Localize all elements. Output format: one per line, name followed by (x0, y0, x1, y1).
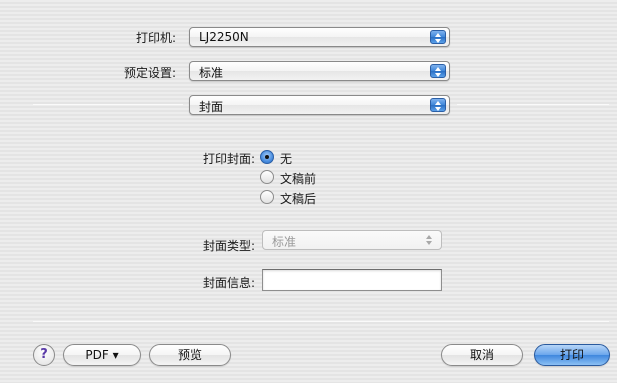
stepper-arrows-icon (430, 98, 446, 112)
radio-button[interactable] (260, 190, 274, 204)
presets-label: 预定设置: (123, 66, 176, 80)
printer-value: LJ2250N (199, 30, 249, 44)
radio-label-before: 文稿前 (280, 172, 317, 186)
radio-label-after: 文稿后 (280, 192, 317, 206)
cover-info-field[interactable] (262, 269, 442, 291)
print-dialog: 打印机: LJ2250N 预定设置: 标准 封面 打印封面: 无 文稿前 文稿后… (0, 0, 617, 383)
print-button[interactable]: 打印 (534, 344, 610, 366)
presets-value: 标准 (199, 66, 224, 80)
radio-label-none: 无 (280, 152, 293, 166)
stepper-arrows-icon (430, 64, 446, 78)
cover-type-label: 封面类型: (202, 239, 255, 253)
preview-button[interactable]: 预览 (149, 344, 231, 366)
stepper-arrows-icon (422, 233, 438, 247)
help-button[interactable]: ? (33, 344, 55, 366)
footer-separator (33, 321, 609, 322)
panel-popup[interactable]: 封面 (189, 95, 450, 115)
radio-option-none[interactable]: 无 (260, 149, 380, 166)
cover-page-label: 打印封面: (202, 152, 255, 166)
pdf-menu-button[interactable]: PDF ▾ (63, 344, 141, 366)
separator-right (457, 104, 609, 105)
printer-label: 打印机: (135, 31, 176, 45)
presets-popup[interactable]: 标准 (189, 61, 450, 81)
radio-option-before[interactable]: 文稿前 (260, 169, 380, 186)
stepper-arrows-icon (430, 30, 446, 44)
cover-info-label: 封面信息: (202, 276, 255, 290)
cover-type-popup: 标准 (262, 230, 442, 250)
cancel-button[interactable]: 取消 (441, 344, 523, 366)
printer-popup[interactable]: LJ2250N (189, 27, 450, 47)
radio-button[interactable] (260, 170, 274, 184)
radio-button-checked[interactable] (260, 150, 274, 164)
cover-type-value: 标准 (272, 235, 297, 249)
radio-option-after[interactable]: 文稿后 (260, 189, 380, 206)
panel-value: 封面 (199, 100, 224, 114)
separator-left (33, 104, 183, 105)
